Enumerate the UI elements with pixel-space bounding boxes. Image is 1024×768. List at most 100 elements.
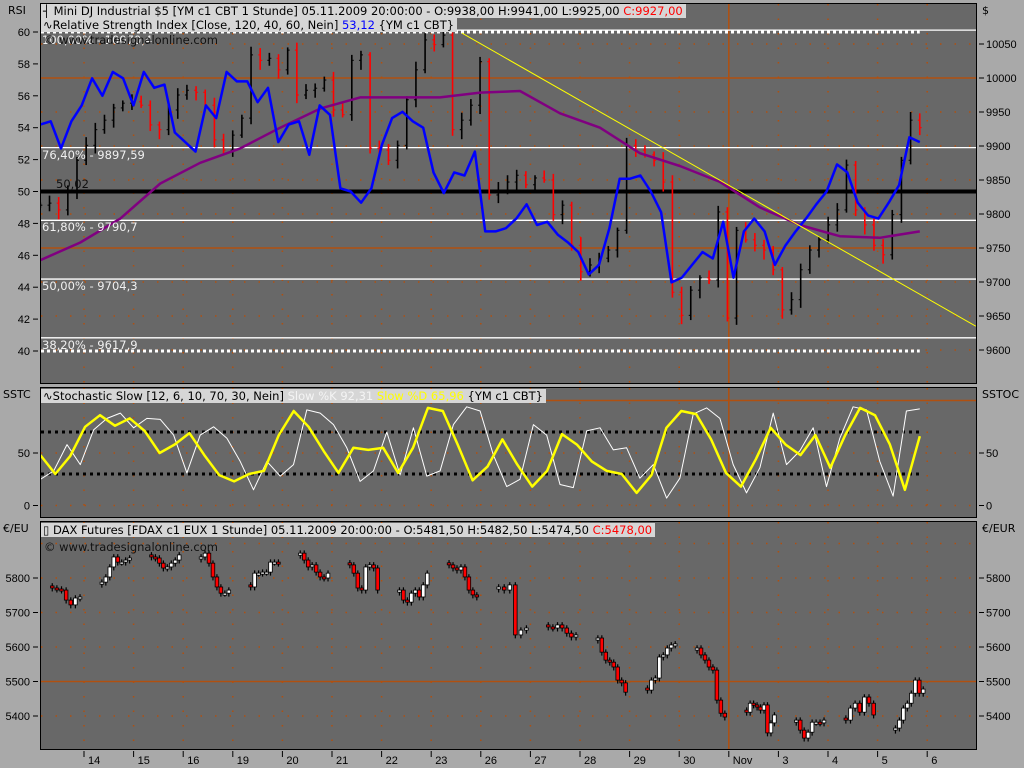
dax-candle-body bbox=[127, 557, 132, 561]
dax-candle-body bbox=[611, 661, 616, 668]
price-bar bbox=[468, 99, 473, 126]
dax-left-tick-label: 5700 bbox=[6, 608, 30, 620]
dax-candle-body bbox=[518, 629, 524, 636]
dax-candle bbox=[569, 630, 574, 641]
dax-candle-body bbox=[305, 559, 311, 568]
dax-candle bbox=[248, 582, 253, 591]
dax-candle-body bbox=[401, 589, 406, 601]
dax-candle bbox=[502, 584, 507, 594]
price-bar bbox=[41, 202, 43, 208]
dax-candle-body bbox=[758, 706, 763, 711]
chart-canvas[interactable]: 14 15 16 19 20 21 22 23 26 27 28 29 30 Nov 3 4 5 69600965… bbox=[0, 0, 1024, 768]
price-bar bbox=[871, 217, 876, 251]
dax-candle bbox=[363, 564, 368, 594]
stoch-header[interactable]: ∿Stochastic Slow [12, 6, 10, 70, 30, Nei… bbox=[41, 389, 546, 403]
price-header[interactable]: ┤ Mini DJ Industrial $5 [YM c1 CBT 1 Stu… bbox=[41, 4, 686, 18]
right-axis-name-eur: €/EUR bbox=[982, 522, 1016, 535]
dax-candle-body bbox=[761, 704, 767, 711]
dax-candle-body bbox=[99, 581, 105, 585]
dax-candle-body bbox=[375, 567, 380, 591]
dax-candle bbox=[252, 570, 257, 591]
dax-candle bbox=[744, 707, 749, 716]
dax-right-tick-label: 5600 bbox=[986, 642, 1010, 654]
dax-candle-body bbox=[454, 567, 460, 571]
dax-candle bbox=[710, 664, 716, 674]
dax-candle bbox=[63, 587, 69, 604]
dax-candle-body bbox=[722, 712, 728, 718]
dax-candle-body bbox=[169, 562, 174, 568]
price-bar bbox=[478, 56, 483, 115]
dax-candle bbox=[901, 705, 906, 724]
price-bar bbox=[807, 245, 812, 274]
price-bar bbox=[459, 112, 464, 140]
dax-candle-body bbox=[214, 576, 220, 588]
dax-candle-body bbox=[569, 632, 574, 638]
dax-candle bbox=[801, 727, 807, 742]
dax-candle-body bbox=[363, 566, 368, 591]
dax-candle bbox=[673, 641, 678, 649]
rsi-header-text: Relative Strength Index [Close, 120, 40,… bbox=[52, 18, 342, 32]
dax-candle bbox=[54, 585, 60, 593]
dax-candle bbox=[115, 554, 120, 566]
price-bar bbox=[853, 160, 858, 217]
dax-candle-body bbox=[513, 584, 518, 636]
rsi-tick-label: 44 bbox=[18, 282, 30, 294]
stoch-symbol: {YM c1 CBT} bbox=[463, 389, 544, 403]
price-bar bbox=[276, 54, 281, 79]
dax-candle-body bbox=[413, 589, 418, 594]
price-tick-label: 9950 bbox=[986, 107, 1010, 119]
price-bar bbox=[707, 270, 712, 285]
dax-candle-body bbox=[649, 679, 654, 691]
dax-candle-body bbox=[921, 688, 926, 694]
dax-candle-body bbox=[794, 719, 799, 723]
dax-candle bbox=[222, 590, 228, 597]
rsi-tick-label: 50 bbox=[18, 187, 30, 199]
price-bar bbox=[450, 32, 455, 136]
dax-candle bbox=[805, 729, 811, 742]
price-bar bbox=[349, 54, 354, 121]
dax-candle-body bbox=[405, 599, 410, 603]
price-bar bbox=[212, 97, 217, 148]
dax-candle-body bbox=[421, 584, 426, 598]
dax-candle-body bbox=[710, 666, 716, 671]
candle-icon: ▯ bbox=[43, 523, 53, 537]
dax-candle bbox=[165, 564, 170, 572]
price-tick-label: 9800 bbox=[986, 209, 1010, 221]
dax-candle-body bbox=[607, 659, 612, 663]
dax-candle bbox=[564, 625, 569, 637]
price-tick-label: 9750 bbox=[986, 243, 1010, 255]
dax-right-tick-label: 5400 bbox=[986, 711, 1010, 723]
price-bar bbox=[917, 113, 922, 136]
dax-candle-body bbox=[623, 682, 628, 693]
dax-header[interactable]: ▯ DAX Futures [FDAX c1 EUX 1 Stunde] 05.… bbox=[41, 523, 656, 537]
dax-candle-body bbox=[325, 572, 331, 579]
dax-candle-body bbox=[115, 556, 120, 563]
dax-candle-body bbox=[54, 587, 60, 591]
dax-candle-body bbox=[161, 562, 166, 569]
price-bar bbox=[679, 286, 684, 325]
dax-candle bbox=[921, 686, 926, 697]
dax-candle-body bbox=[507, 584, 512, 591]
stoch-k-value: Slow %K 92,31 bbox=[287, 389, 374, 403]
dax-candle-body bbox=[248, 584, 253, 588]
dax-candle bbox=[305, 557, 311, 571]
dax-candle bbox=[909, 690, 914, 707]
dax-candle bbox=[359, 585, 364, 594]
dax-candle-body bbox=[848, 707, 853, 721]
dax-candle bbox=[276, 559, 281, 567]
rsi-header[interactable]: ∿Relative Strength Index [Close, 120, 40… bbox=[41, 18, 458, 32]
dax-candle bbox=[397, 587, 402, 596]
dax-candle-body bbox=[909, 692, 914, 704]
dax-candle bbox=[595, 635, 601, 644]
dax-candle bbox=[107, 564, 112, 581]
dax-candle-body bbox=[276, 561, 281, 565]
dax-candle-body bbox=[496, 586, 501, 590]
price-header-text: Mini DJ Industrial $5 [YM c1 CBT 1 Stund… bbox=[53, 4, 624, 18]
dax-candle-body bbox=[474, 594, 480, 598]
price-bar bbox=[432, 34, 437, 52]
dax-candle bbox=[794, 717, 799, 726]
dax-candle bbox=[817, 719, 823, 727]
x-tick-label: 3 bbox=[782, 755, 788, 767]
dax-candle bbox=[210, 560, 216, 581]
dax-candle-body bbox=[222, 592, 228, 596]
